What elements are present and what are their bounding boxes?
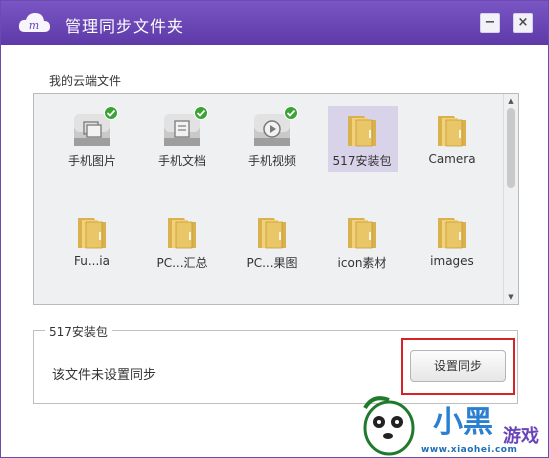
- minimize-button[interactable]: −: [480, 13, 500, 33]
- svg-text:m: m: [29, 19, 39, 32]
- cloud-logo-icon: m: [18, 13, 50, 32]
- folder-item[interactable]: Fu...ia: [54, 202, 130, 278]
- set-sync-button[interactable]: 设置同步: [410, 350, 506, 382]
- sync-check-icon: [284, 106, 298, 120]
- folder-item-label: Fu...ia: [74, 254, 110, 268]
- scroll-down-arrow-icon[interactable]: ▼: [506, 292, 516, 302]
- svg-text:游戏: 游戏: [503, 425, 539, 447]
- svg-text:小黑: 小黑: [433, 405, 493, 440]
- folder-icon: [252, 214, 292, 250]
- folder-item-label: PC...果图: [246, 256, 298, 270]
- cloud-files-label: 我的云端文件: [49, 74, 122, 88]
- folder-icon: [432, 214, 472, 250]
- folder-icon: [432, 112, 472, 148]
- folder-item-label: Camera: [428, 152, 476, 166]
- folder-item[interactable]: images: [414, 202, 490, 278]
- folder-item-label: 手机文档: [157, 154, 206, 168]
- folder-item[interactable]: 手机文档: [144, 100, 220, 176]
- manage-sync-folders-window: m 管理同步文件夹 − × 我的云端文件 手机图片 手机文档 手机视频 517安装包 C…: [0, 0, 549, 458]
- folder-icon: [342, 112, 382, 148]
- folder-item[interactable]: PC...汇总: [144, 202, 220, 278]
- folder-item[interactable]: icon素材: [324, 202, 400, 278]
- vertical-scrollbar[interactable]: ▲ ▼: [503, 94, 518, 304]
- folder-item[interactable]: Camera: [414, 100, 490, 176]
- sync-status-text: 该文件未设置同步: [52, 368, 157, 383]
- title-bar[interactable]: m 管理同步文件夹 − ×: [1, 1, 548, 45]
- folder-icon: [342, 214, 382, 250]
- file-grid: 手机图片 手机文档 手机视频 517安装包 Camera Fu...ia PC...汇总 PC…: [34, 94, 504, 304]
- folder-item[interactable]: 手机图片: [54, 100, 130, 176]
- scroll-up-arrow-icon[interactable]: ▲: [506, 96, 516, 106]
- cloud-files-panel: 手机图片 手机文档 手机视频 517安装包 Camera Fu...ia PC...汇总 PC…: [33, 93, 519, 305]
- folder-item-label: images: [430, 254, 474, 268]
- folder-icon: [72, 214, 112, 250]
- folder-item[interactable]: 517安装包: [324, 100, 400, 176]
- folder-item-label: 手机视频: [247, 154, 296, 168]
- folder-item-label: 517安装包: [332, 154, 392, 168]
- folder-item-label: 手机图片: [67, 154, 116, 168]
- folder-item[interactable]: PC...果图: [234, 202, 310, 278]
- scroll-thumb[interactable]: [507, 108, 515, 188]
- close-button[interactable]: ×: [513, 13, 533, 33]
- watermark-site-text: www.xiaohei.com: [421, 445, 518, 455]
- sync-check-icon: [104, 106, 118, 120]
- folder-icon: [162, 214, 202, 250]
- folder-item-label: icon素材: [337, 256, 387, 270]
- folder-item[interactable]: 手机视频: [234, 100, 310, 176]
- window-title: 管理同步文件夹: [65, 17, 185, 36]
- selected-folder-title: 517安装包: [45, 323, 112, 340]
- folder-item-label: PC...汇总: [156, 256, 208, 270]
- sync-check-icon: [194, 106, 208, 120]
